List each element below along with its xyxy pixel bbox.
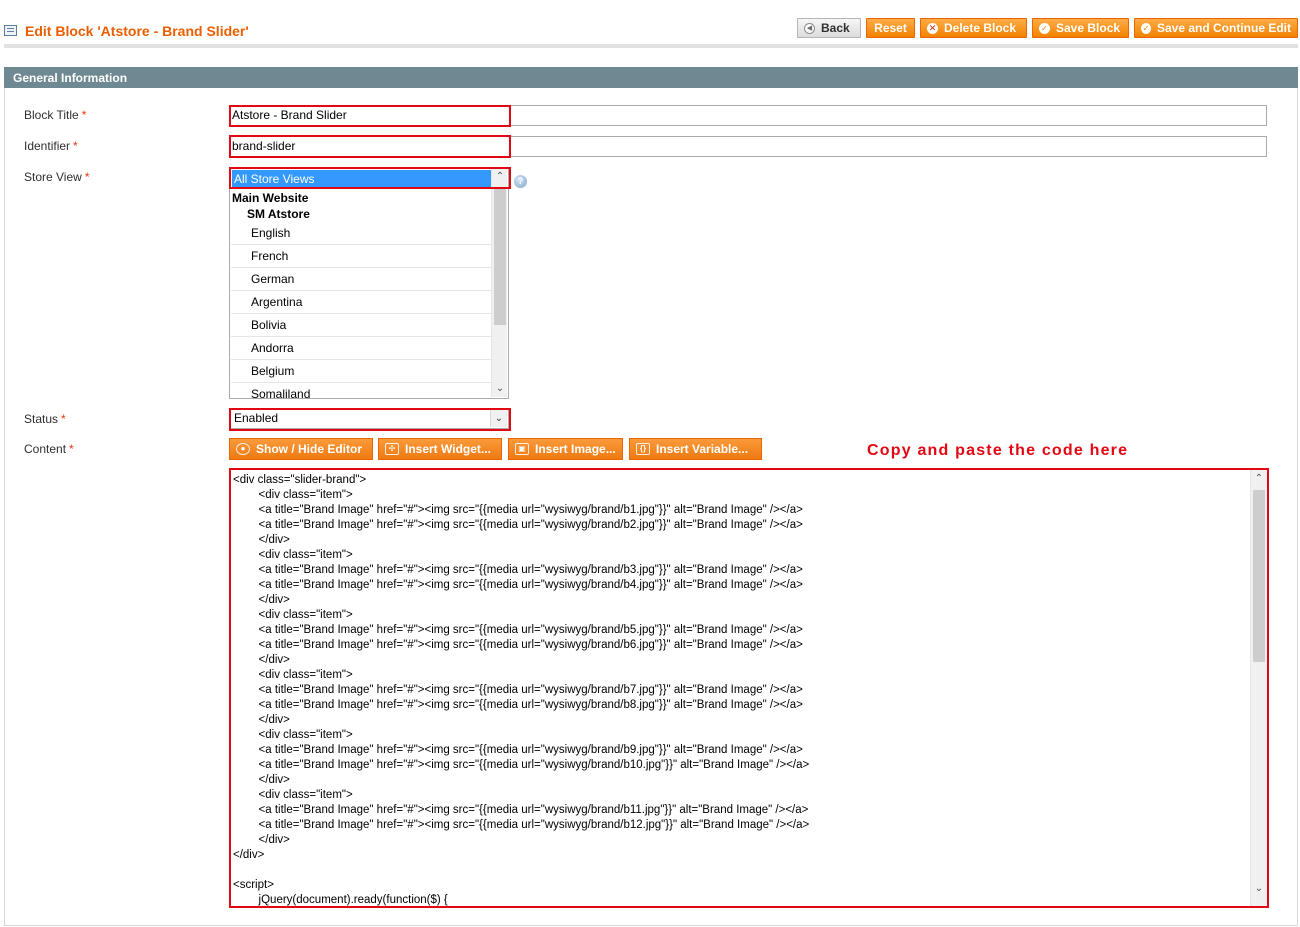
reset-button[interactable]: Reset: [866, 18, 915, 38]
image-icon: ▣: [515, 443, 529, 455]
help-icon[interactable]: ?: [514, 175, 527, 188]
insert-image-button[interactable]: ▣ Insert Image...: [508, 438, 623, 460]
back-arrow-icon: ◀: [804, 22, 815, 34]
required-marker: *: [81, 108, 87, 122]
save-block-button[interactable]: ✓ Save Block: [1032, 18, 1129, 38]
scroll-thumb[interactable]: [494, 187, 506, 325]
store-view-option[interactable]: English: [231, 222, 493, 245]
identifier-highlight: [229, 135, 511, 158]
section-header: [4, 67, 1298, 88]
store-view-subgroup: SM Atstore: [247, 207, 310, 221]
store-view-scrollbar[interactable]: ⌃ ⌄: [491, 169, 507, 397]
status-highlight: [229, 408, 511, 431]
insert-widget-label: Insert Widget...: [405, 442, 491, 456]
store-view-option[interactable]: Somaliland: [231, 383, 493, 398]
required-marker: *: [84, 170, 90, 184]
check-icon: ✓: [1039, 22, 1050, 34]
required-marker: *: [61, 412, 66, 426]
insert-variable-label: Insert Variable...: [656, 442, 749, 456]
check-icon: ✓: [1141, 22, 1151, 34]
header-divider: [4, 44, 1298, 48]
required-marker: *: [69, 442, 74, 456]
block-title-label: Block Title *: [24, 108, 86, 122]
reset-button-label: Reset: [874, 21, 907, 35]
eye-icon: ●: [236, 443, 250, 455]
show-hide-editor-label: Show / Hide Editor: [256, 442, 363, 456]
back-button[interactable]: ◀ Back: [797, 18, 861, 38]
cms-block-icon: [4, 25, 17, 36]
store-view-option[interactable]: French: [231, 245, 493, 268]
store-view-highlight: [229, 167, 511, 189]
scroll-down-icon[interactable]: ⌄: [492, 382, 508, 396]
show-hide-editor-button[interactable]: ● Show / Hide Editor: [229, 438, 373, 460]
store-view-group: Main Website: [232, 191, 309, 205]
content-label-text: Content: [24, 442, 67, 456]
save-button-label: Save Block: [1056, 21, 1121, 35]
status-label: Status *: [24, 412, 66, 426]
identifier-label: Identifier *: [24, 139, 78, 153]
content-highlight: [229, 468, 1269, 908]
insert-variable-button[interactable]: {} Insert Variable...: [629, 438, 762, 460]
store-view-option[interactable]: Argentina: [231, 291, 493, 314]
store-view-label-text: Store View: [24, 170, 82, 184]
save-continue-button-label: Save and Continue Edit: [1156, 21, 1291, 35]
store-view-option[interactable]: Belgium: [231, 360, 493, 383]
store-view-label: Store View *: [24, 170, 89, 184]
delete-icon: ✕: [927, 22, 938, 34]
store-view-option[interactable]: German: [231, 268, 493, 291]
delete-block-button[interactable]: ✕ Delete Block: [920, 18, 1027, 38]
status-label-text: Status: [24, 412, 59, 426]
save-continue-button[interactable]: ✓ Save and Continue Edit: [1134, 18, 1298, 38]
section-title: General Information: [13, 71, 128, 85]
store-view-multiselect[interactable]: All Store Views Main Website SM Atstore …: [229, 167, 509, 399]
content-label: Content *: [24, 442, 74, 456]
delete-button-label: Delete Block: [944, 21, 1017, 35]
required-marker: *: [73, 139, 78, 153]
block-title-label-text: Block Title: [24, 108, 79, 122]
block-title-highlight: [229, 105, 511, 127]
insert-image-label: Insert Image...: [535, 442, 616, 456]
variable-icon: {}: [636, 443, 650, 455]
identifier-label-text: Identifier: [24, 139, 71, 153]
page-title: Edit Block 'Atstore - Brand Slider': [25, 23, 249, 39]
widget-icon: ✣: [385, 443, 399, 455]
annotation-text: Copy and paste the code here: [867, 442, 1129, 459]
back-button-label: Back: [821, 21, 850, 35]
store-view-option[interactable]: Bolivia: [231, 314, 493, 337]
store-view-option[interactable]: Andorra: [231, 337, 493, 360]
insert-widget-button[interactable]: ✣ Insert Widget...: [378, 438, 502, 460]
